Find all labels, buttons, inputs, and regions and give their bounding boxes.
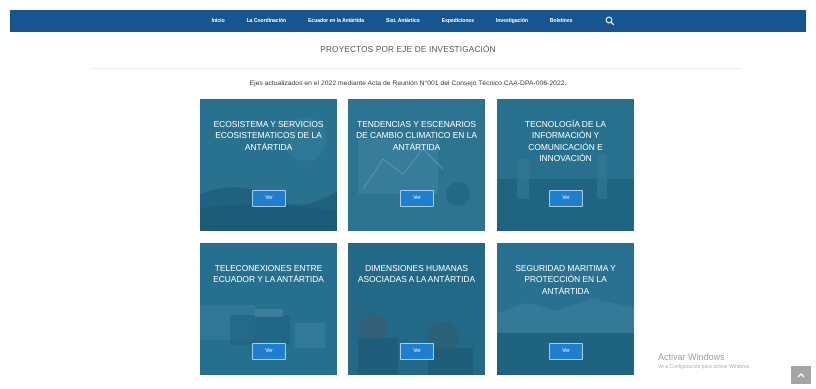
card-dimensiones-humanas[interactable]: DIMENSIONES HUMANAS ASOCIADAS A LA ANTÁR…: [348, 243, 485, 375]
nav-item-boletines[interactable]: Boletines: [550, 18, 573, 24]
ver-button[interactable]: Ver: [400, 343, 434, 360]
divider: [92, 68, 742, 69]
ver-button[interactable]: Ver: [252, 190, 286, 207]
scroll-to-top-button[interactable]: [791, 366, 811, 384]
ver-button[interactable]: Ver: [549, 343, 583, 360]
card-ecosistema[interactable]: ECOSISTEMA Y SERVICIOS ECOSISTEMATICOS D…: [200, 99, 337, 231]
nav-item-la-coordinacion[interactable]: La Coordinación: [247, 18, 286, 24]
card-title: DIMENSIONES HUMANAS ASOCIADAS A LA ANTÁR…: [357, 263, 476, 285]
page-title: PROYECTOS POR EJE DE INVESTIGACIÓN: [320, 45, 496, 54]
watermark-subtitle: Ve a Configuración para activar Windows.: [658, 364, 751, 370]
nav-item-investigacion[interactable]: Investigación: [496, 18, 528, 24]
card-title: TELECONEXIONES ENTRE ECUADOR Y LA ANTÁRT…: [213, 263, 324, 285]
card-title: TECNOLOGÍA DE LA INFORMACIÓN Y COMUNICAC…: [525, 119, 606, 163]
ver-button[interactable]: Ver: [549, 190, 583, 207]
nav-item-expediciones[interactable]: Expediciones: [442, 18, 474, 24]
card-title: ECOSISTEMA Y SERVICIOS ECOSISTEMATICOS D…: [213, 119, 324, 152]
nav-item-sist-antartico[interactable]: Sist. Antártico: [386, 18, 420, 24]
nav-item-ecuador-en-la-antartida[interactable]: Ecuador en la Antártida: [308, 18, 364, 24]
nav-menu: Inicio La Coordinación Ecuador en la Ant…: [10, 10, 806, 32]
card-tecnologia[interactable]: TECNOLOGÍA DE LA INFORMACIÓN Y COMUNICAC…: [497, 99, 634, 231]
ver-button[interactable]: Ver: [400, 190, 434, 207]
nav-item-inicio[interactable]: Inicio: [212, 18, 225, 24]
ver-button[interactable]: Ver: [252, 343, 286, 360]
card-cambio-climatico[interactable]: TENDENCIAS Y ESCENARIOS DE CAMBIO CLIMAT…: [348, 99, 485, 231]
windows-activation-watermark: Activar Windows Ve a Configuración para …: [658, 352, 751, 370]
card-title: TENDENCIAS Y ESCENARIOS DE CAMBIO CLIMAT…: [356, 119, 477, 152]
search-icon[interactable]: [605, 16, 615, 26]
page-subtitle: Ejes actualizados en el 2022 mediante Ac…: [249, 80, 567, 87]
chevron-up-icon: [797, 373, 805, 378]
top-navbar: Inicio La Coordinación Ecuador en la Ant…: [10, 10, 806, 32]
watermark-title: Activar Windows: [658, 352, 725, 362]
card-seguridad-maritima[interactable]: SEGURIDAD MARITIMA Y PROTECCIÓN EN LA AN…: [497, 243, 634, 375]
card-title: SEGURIDAD MARITIMA Y PROTECCIÓN EN LA AN…: [515, 263, 616, 296]
card-teleconexiones[interactable]: TELECONEXIONES ENTRE ECUADOR Y LA ANTÁRT…: [200, 243, 337, 375]
